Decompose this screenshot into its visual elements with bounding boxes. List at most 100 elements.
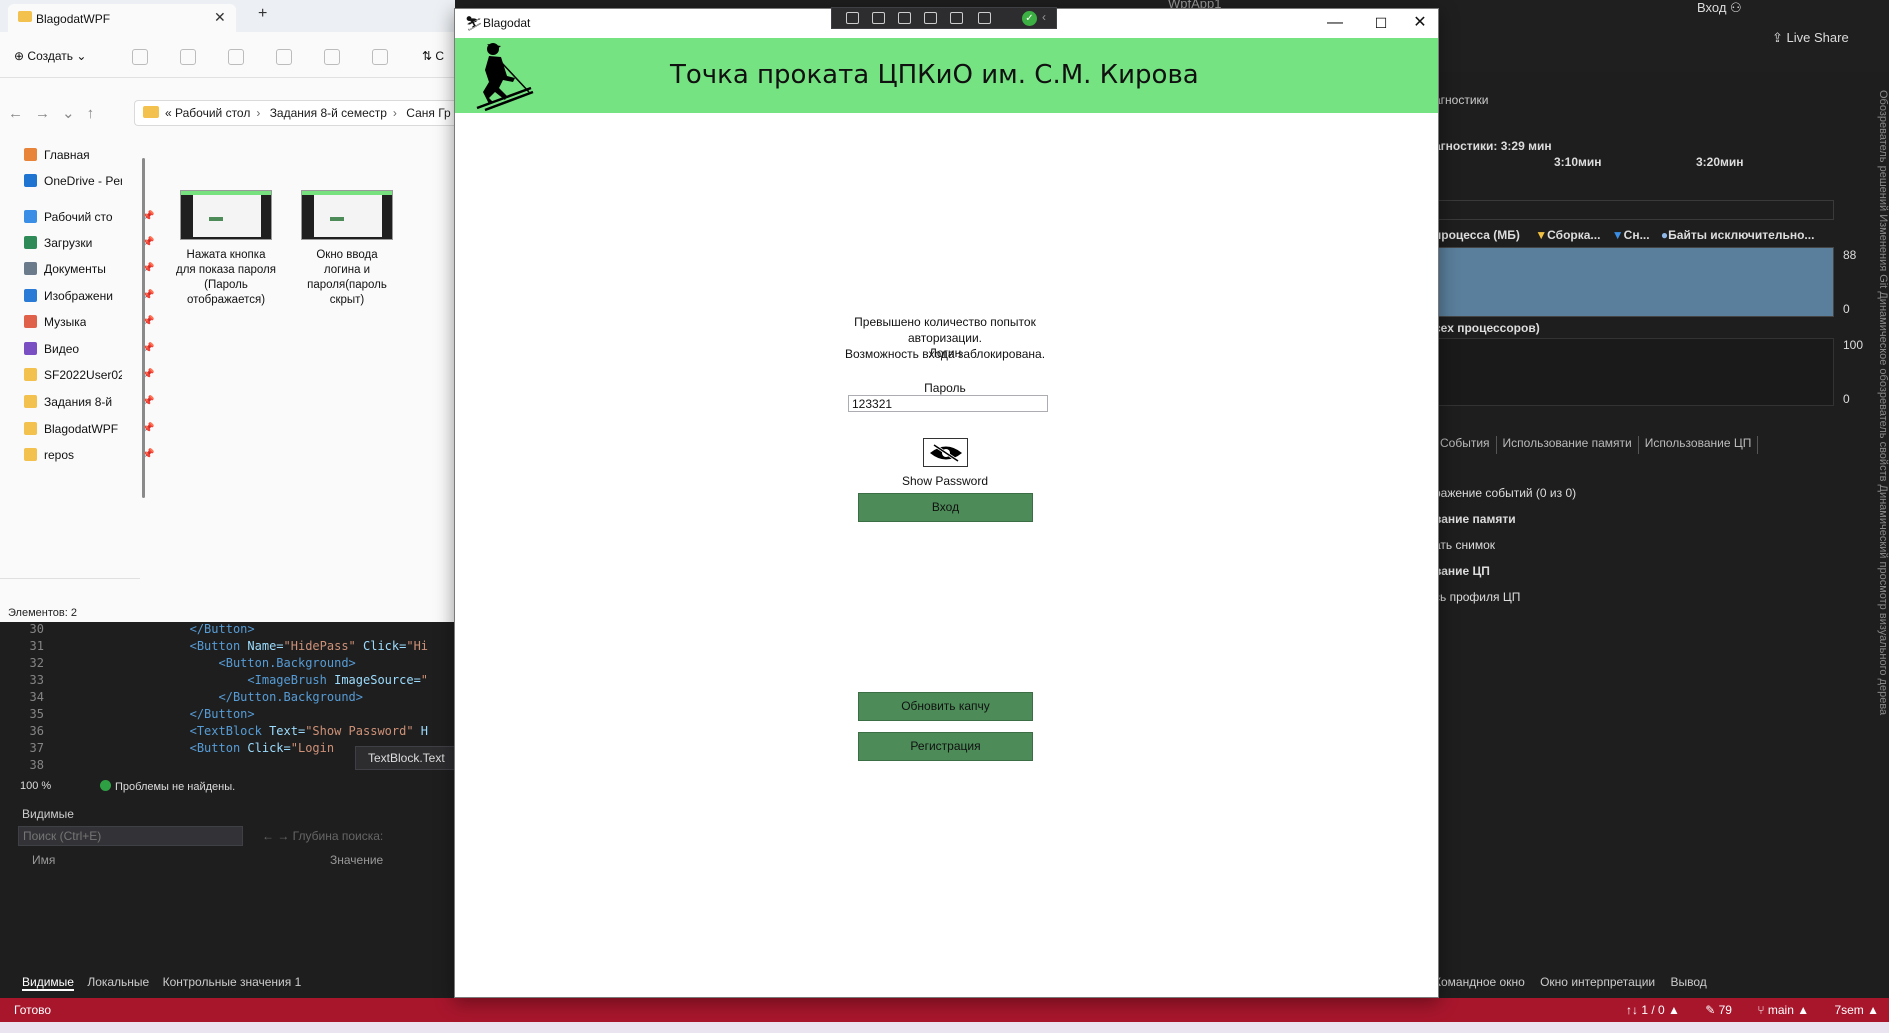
code-line[interactable]: 38	[16, 758, 74, 775]
code-line[interactable]: 32 <Button.Background>	[16, 656, 356, 673]
sidebar-scrollbar[interactable]	[142, 158, 145, 498]
code-line[interactable]: 33 <ImageBrush ImageSource="	[16, 673, 428, 690]
sidebar-item[interactable]: Документы 📌	[24, 262, 154, 284]
problems-indicator[interactable]: Проблемы не найдены.	[100, 780, 235, 793]
tab-watch-1[interactable]: Контрольные значения 1	[163, 975, 302, 989]
cpu-graph[interactable]	[1434, 338, 1834, 406]
plus-circle-icon: ⊕	[14, 49, 25, 63]
branch-indicator[interactable]: ⑂ main ▲	[1757, 1003, 1809, 1017]
zoom-level[interactable]: 100 %	[20, 780, 51, 792]
copy-icon[interactable]	[180, 49, 196, 65]
close-icon[interactable]: ✕	[214, 9, 226, 26]
code-line[interactable]: 31 <Button Name="HidePass" Click="Hi	[16, 639, 429, 656]
sidebar-item[interactable]: Загрузки 📌	[24, 236, 154, 258]
window-title-bar[interactable]: ⛷ Blagodat ✓ ‹ — ☐ ✕	[455, 7, 1438, 38]
paste-icon[interactable]	[228, 49, 244, 65]
sidebar-item[interactable]: Рабочий сто 📌	[24, 210, 154, 232]
cloud-icon	[24, 174, 37, 187]
explorer-tab[interactable]: BlagodatWPF ✕	[8, 4, 236, 32]
tab-memory[interactable]: Использование памяти	[1497, 436, 1639, 454]
code-line[interactable]: 37 <Button Click="Login	[16, 741, 335, 758]
document-icon	[24, 262, 37, 275]
tab-events[interactable]: События	[1434, 436, 1497, 454]
sidebar-item[interactable]: repos 📌	[24, 448, 154, 470]
minimize-button[interactable]: —	[1315, 11, 1355, 35]
summary-heading: вание памяти	[1434, 512, 1516, 526]
check-icon[interactable]: ✓	[1022, 11, 1037, 26]
hot-reload-icon[interactable]	[978, 12, 991, 24]
code-line[interactable]: 35 </Button>	[16, 707, 255, 724]
tab-autos[interactable]: Видимые	[22, 975, 74, 991]
chevron-left-icon[interactable]: ‹	[1042, 10, 1046, 24]
line-col-indicator[interactable]: ↑↓ 1 / 0 ▲	[1626, 1003, 1680, 1017]
code-line[interactable]: 30 </Button>	[16, 622, 255, 639]
sidebar-item[interactable]: Видео 📌	[24, 342, 154, 364]
memory-legend: процесса (МБ) ▼Сборка... ▼Сн... ●Байты и…	[1434, 228, 1814, 242]
tab-cpu[interactable]: Использование ЦП	[1639, 436, 1759, 454]
password-field[interactable]	[848, 395, 1048, 412]
share-icon[interactable]	[324, 49, 340, 65]
rename-icon[interactable]	[276, 49, 292, 65]
legend-item: Сборка...	[1547, 228, 1601, 242]
address-bar[interactable]: « Рабочий стол › Задания 8-й семестр › Сан…	[134, 100, 455, 126]
timeline-selection-bar[interactable]	[1434, 200, 1834, 220]
toggle-password-button[interactable]	[923, 438, 968, 467]
summary-item[interactable]: сь профиля ЦП	[1434, 590, 1576, 616]
repo-indicator[interactable]: 7sem ▲	[1834, 1003, 1879, 1017]
code-line[interactable]: 34 </Button.Background>	[16, 690, 363, 707]
file-item[interactable]: Нажата кнопка для показа пароля (Пароль …	[176, 190, 276, 308]
register-button[interactable]: Регистрация	[858, 732, 1033, 761]
layout-adorner-icon[interactable]	[924, 12, 937, 24]
marker-icon: ▼	[1535, 228, 1548, 242]
tab-immediate-window[interactable]: Окно интерпретации	[1540, 975, 1655, 989]
autos-search-input[interactable]	[18, 826, 243, 846]
tab-command-window[interactable]: Командное окно	[1434, 975, 1525, 989]
close-button[interactable]: ✕	[1405, 11, 1435, 35]
nav-arrows-icon[interactable]: ←→⌄↑	[8, 104, 106, 122]
sidebar-item[interactable]: Задания 8-й 📌	[24, 395, 154, 417]
file-name: Нажата кнопка для показа пароля (Пароль …	[176, 249, 276, 306]
code-line[interactable]: 36 <TextBlock Text="Show Password" H	[16, 724, 428, 741]
code-token: Name=	[247, 639, 284, 653]
delete-icon[interactable]	[372, 49, 388, 65]
column-value-header[interactable]: Значение	[330, 853, 383, 867]
memory-axis-min: 0	[1843, 302, 1850, 316]
vs-signin-link[interactable]: Вход ⚇	[1697, 0, 1742, 16]
tab-locals[interactable]: Локальные	[87, 975, 149, 989]
tab-output[interactable]: Вывод	[1670, 975, 1706, 989]
sidebar-item[interactable]: BlagodatWPF 📌	[24, 422, 154, 444]
sidebar-item[interactable]: SF2022User02 📌	[24, 368, 154, 390]
summary-item[interactable]: ражение событий (0 из 0)	[1434, 486, 1576, 512]
check-icon	[100, 780, 111, 791]
summary-item[interactable]: ать снимок	[1434, 538, 1576, 564]
edits-indicator[interactable]: ✎ 79	[1705, 1003, 1732, 1017]
new-tab-button[interactable]: +	[258, 5, 267, 23]
login-button[interactable]: Вход	[858, 493, 1033, 522]
pointer-icon[interactable]	[898, 12, 911, 24]
sidebar-item[interactable]: OneDrive - Perso	[24, 174, 122, 196]
maximize-button[interactable]: ☐	[1361, 11, 1401, 35]
sidebar-item[interactable]: Главная	[24, 148, 90, 170]
select-element-icon[interactable]	[846, 12, 859, 24]
diagnostics-summary: ражение событий (0 из 0) вание памяти ат…	[1434, 486, 1576, 616]
breadcrumb-item[interactable]: Рабочий стол	[175, 106, 250, 120]
cut-icon[interactable]	[132, 49, 148, 65]
memory-graph[interactable]	[1434, 247, 1834, 317]
column-name-header[interactable]: Имя	[32, 853, 55, 867]
track-focus-icon[interactable]	[950, 12, 963, 24]
sort-button[interactable]: ⇅ С	[422, 49, 444, 63]
sidebar-item-label: Рабочий сто	[44, 210, 113, 224]
refresh-captcha-button[interactable]: Обновить капчу	[858, 692, 1033, 721]
video-icon[interactable]	[872, 12, 885, 24]
file-item[interactable]: Окно ввода логина и пароля(пароль скрыт)	[297, 190, 397, 308]
sidebar-item[interactable]: Музыка 📌	[24, 315, 154, 337]
live-share-button[interactable]: ⇪ Live Share	[1772, 30, 1849, 46]
sidebar-item[interactable]: Изображени 📌	[24, 289, 154, 311]
create-button[interactable]: ⊕ Создать ⌄	[14, 49, 86, 63]
side-tool-tabs[interactable]: Обозреватель решений Изменения Git Динам…	[1872, 90, 1889, 790]
breadcrumb-item[interactable]: Саня Гр	[406, 106, 450, 120]
breadcrumb-item[interactable]: Задания 8-й семестр	[270, 106, 387, 120]
timeline-tick: 3:20мин	[1696, 155, 1744, 169]
